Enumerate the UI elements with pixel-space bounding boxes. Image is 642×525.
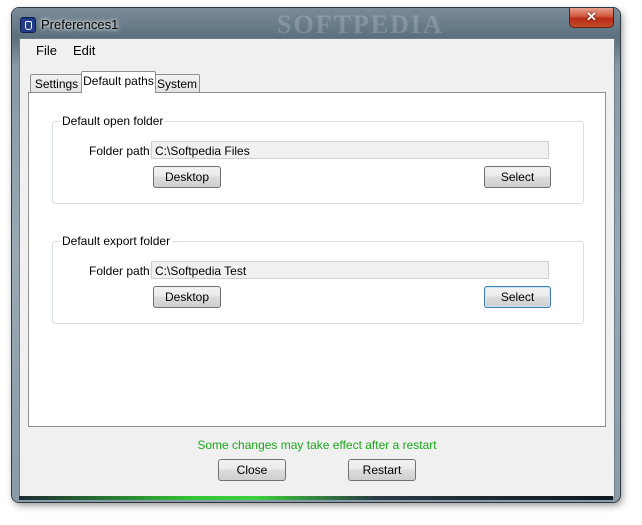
open-desktop-button[interactable]: Desktop: [153, 166, 221, 188]
client-area: File Edit Settings Default paths System …: [19, 38, 615, 498]
restart-button[interactable]: Restart: [348, 459, 416, 481]
group-title: Default export folder: [60, 234, 173, 248]
tab-default-paths[interactable]: Default paths: [81, 71, 156, 93]
menu-file[interactable]: File: [36, 43, 57, 58]
tab-system[interactable]: System: [154, 74, 200, 93]
window-title: Preferences1: [41, 17, 119, 32]
group-title: Default open folder: [60, 114, 166, 128]
open-folder-path-field[interactable]: C:\Softpedia Files: [151, 141, 549, 159]
taskbar-strip: [19, 496, 613, 500]
window-close-button[interactable]: ✕: [569, 8, 614, 28]
export-folder-path-field[interactable]: C:\Softpedia Test: [151, 261, 549, 279]
tab-settings[interactable]: Settings: [30, 74, 83, 93]
softpedia-watermark: SOFTPEDIA: [277, 10, 444, 39]
open-select-button[interactable]: Select: [484, 166, 551, 188]
menu-bar: File Edit: [20, 39, 614, 59]
close-button[interactable]: Close: [218, 459, 286, 481]
menu-edit[interactable]: Edit: [73, 43, 95, 58]
app-icon: [20, 17, 36, 33]
title-bar[interactable]: Preferences1 SOFTPEDIA ✕: [12, 8, 620, 39]
folder-path-label: Folder path:: [89, 144, 154, 158]
restart-notice: Some changes may take effect after a res…: [197, 438, 437, 452]
export-select-button[interactable]: Select: [484, 286, 551, 308]
export-desktop-button[interactable]: Desktop: [153, 286, 221, 308]
default-export-folder-group: Default export folder Folder path: C:\So…: [52, 234, 584, 324]
folder-path-label: Folder path:: [89, 264, 154, 278]
default-paths-panel: Default open folder Folder path: C:\Soft…: [28, 92, 606, 427]
preferences-window: Preferences1 SOFTPEDIA ✕ File Edit Setti…: [12, 8, 620, 502]
default-open-folder-group: Default open folder Folder path: C:\Soft…: [52, 114, 584, 204]
